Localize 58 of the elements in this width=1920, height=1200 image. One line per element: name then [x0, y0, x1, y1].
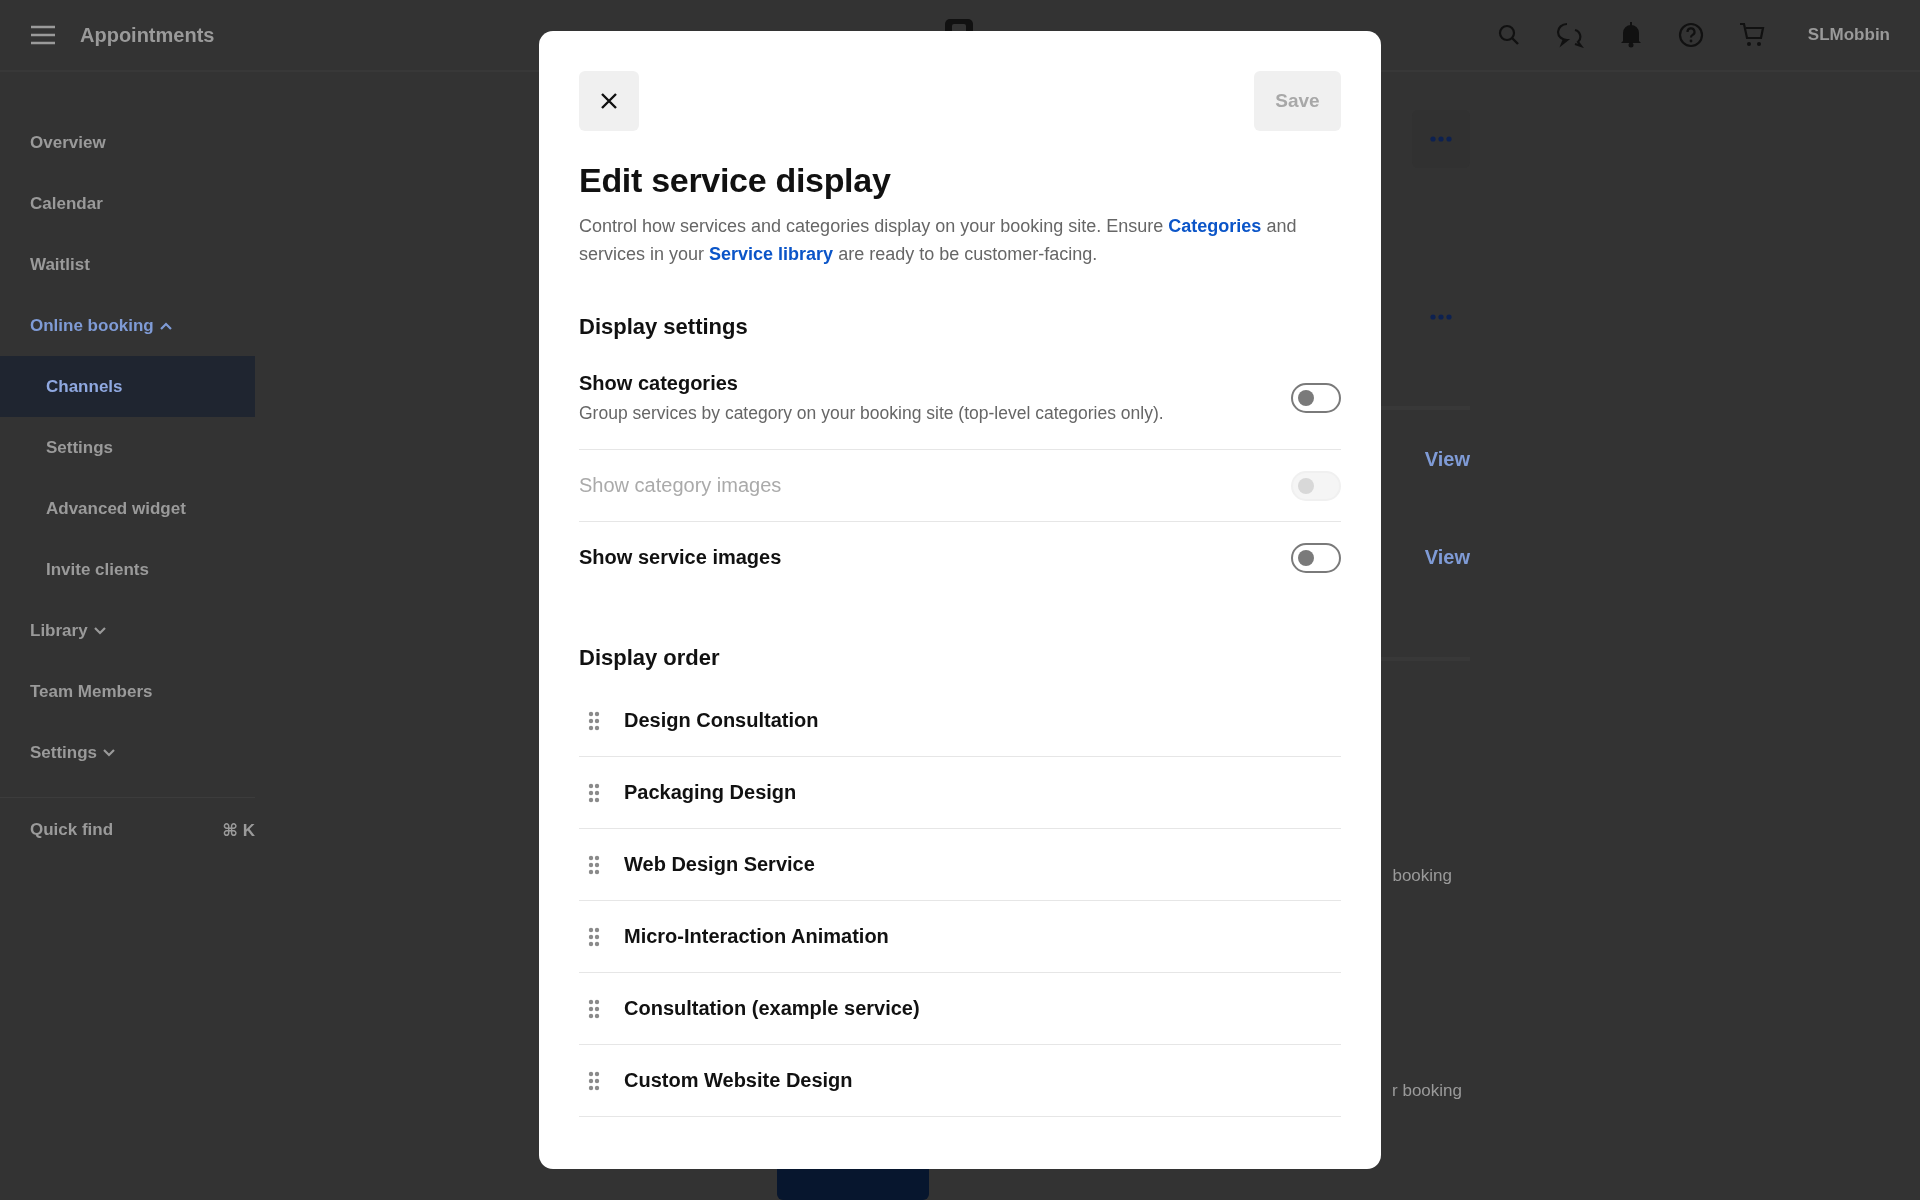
- drag-handle-icon[interactable]: [588, 1070, 600, 1091]
- service-name: Consultation (example service): [624, 997, 920, 1020]
- quick-find[interactable]: Quick find ⌘ K: [0, 810, 255, 850]
- service-name: Custom Website Design: [624, 1069, 853, 1092]
- sidebar-item[interactable]: Team Members: [0, 661, 255, 722]
- more-icon: [1430, 136, 1452, 142]
- service-name: Micro-Interaction Animation: [624, 925, 889, 948]
- setting-label: Show category images: [579, 474, 782, 497]
- close-icon: [600, 92, 618, 110]
- dialog-title: Edit service display: [579, 161, 892, 200]
- app-title: Appointments: [80, 23, 215, 47]
- sidebar-item[interactable]: Overview: [0, 112, 255, 173]
- service-row[interactable]: Design Consultation: [579, 685, 1341, 757]
- sidebar-subitem[interactable]: Advanced widget: [0, 478, 255, 539]
- service-name: Web Design Service: [624, 853, 815, 876]
- sidebar-item[interactable]: Online booking: [0, 295, 255, 356]
- service-row[interactable]: Web Design Service: [579, 829, 1341, 901]
- section-heading: Display order: [579, 645, 721, 671]
- drag-handle-icon[interactable]: [588, 926, 600, 947]
- sidebar-subitem[interactable]: Invite clients: [0, 539, 255, 600]
- sidebar-item[interactable]: Settings: [0, 722, 255, 783]
- menu-icon[interactable]: [30, 25, 56, 45]
- close-button[interactable]: [579, 71, 639, 131]
- user-name[interactable]: SLMobbin: [1807, 25, 1890, 45]
- setting-description: Group services by category on your booking site (top-level categories only).: [579, 402, 1164, 424]
- link[interactable]: Categories: [1168, 216, 1262, 236]
- chevron-icon: [103, 748, 116, 757]
- link[interactable]: Service library: [709, 244, 834, 264]
- sidebar-subitem[interactable]: Settings: [0, 417, 255, 478]
- section-heading: Display settings: [579, 314, 749, 340]
- toggle-switch[interactable]: [1291, 382, 1341, 413]
- view-link[interactable]: View: [1424, 448, 1470, 471]
- sidebar-subitem[interactable]: Channels: [0, 356, 255, 417]
- drag-handle-icon[interactable]: [588, 710, 600, 731]
- setting-label: Show service images: [579, 546, 782, 569]
- service-row[interactable]: Consultation (example service): [579, 973, 1341, 1045]
- drag-handle-icon[interactable]: [588, 782, 600, 803]
- quick-find-label: Quick find: [30, 820, 114, 840]
- service-name: Packaging Design: [624, 781, 797, 804]
- service-name: Design Consultation: [624, 709, 819, 732]
- drag-handle-icon[interactable]: [588, 998, 600, 1019]
- keyboard-shortcut: ⌘ K: [222, 819, 255, 841]
- setting-label: Show categories: [579, 371, 739, 395]
- description-text: booking: [1392, 866, 1452, 886]
- dialog-description: Control how services and categories display on your booking site. Ensure Categories and services in your Service library are ready to be customer-facing.: [579, 215, 1298, 266]
- sidebar-item[interactable]: Calendar: [0, 173, 255, 234]
- drag-handle-icon[interactable]: [588, 854, 600, 875]
- service-row[interactable]: Custom Website Design: [579, 1045, 1341, 1117]
- chevron-icon: [93, 626, 106, 635]
- more-icon: [1430, 314, 1452, 320]
- toggle-switch[interactable]: [1291, 542, 1341, 573]
- service-row[interactable]: Micro-Interaction Animation: [579, 901, 1341, 973]
- description-text: r booking: [1392, 1081, 1462, 1101]
- sidebar-item[interactable]: Library: [0, 600, 255, 661]
- view-link[interactable]: View: [1424, 546, 1470, 569]
- chevron-icon: [159, 321, 172, 330]
- service-row[interactable]: Packaging Design: [579, 757, 1341, 829]
- sidebar-item[interactable]: Waitlist: [0, 234, 255, 295]
